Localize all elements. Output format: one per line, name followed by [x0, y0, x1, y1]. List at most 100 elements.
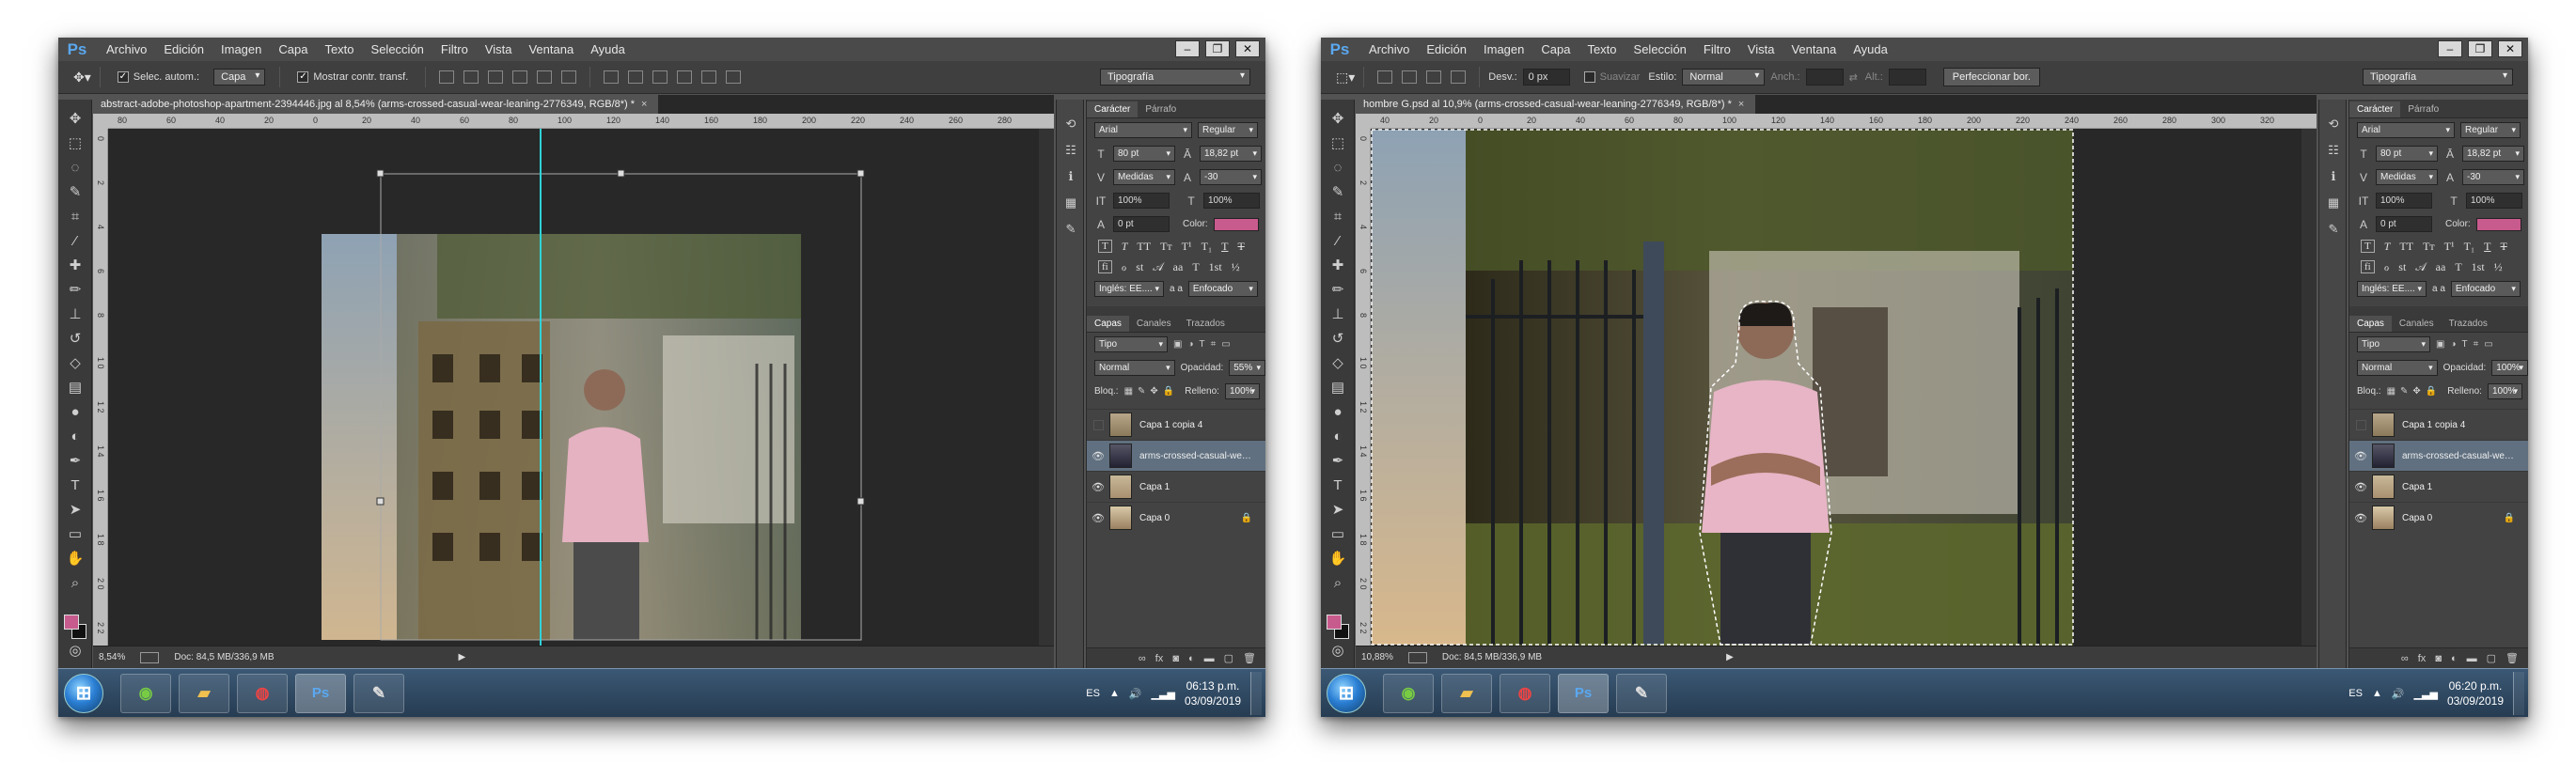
font-family-dropdown[interactable]: Arial [2357, 122, 2455, 138]
adjustment-layer-icon[interactable]: ◐ [1188, 653, 1195, 664]
tray-arrow-icon[interactable]: ▲ [1109, 688, 1120, 699]
tracking-field[interactable]: -30 [1200, 169, 1262, 185]
style-dropdown[interactable]: Normal [1682, 69, 1766, 86]
swap-icon[interactable]: ⇄ [1849, 71, 1858, 84]
lasso-icon[interactable]: ◌ [58, 156, 92, 180]
trash-icon[interactable]: 🗑 [2505, 652, 2519, 664]
layer-filter-icons[interactable]: ▣◑T⌗▭ [1173, 339, 1236, 350]
faux-bold-button[interactable]: T [2361, 240, 2375, 253]
tab-caracter[interactable]: Carácter [1087, 101, 1139, 117]
fractions-button[interactable]: ½ [1232, 260, 1240, 274]
auto-select-checkbox[interactable]: ✓ Selec. autom.: [117, 71, 199, 83]
strikethrough-button[interactable]: T [1237, 240, 1244, 254]
info-panel-icon[interactable]: ℹ [2319, 164, 2348, 190]
pen-icon[interactable]: ✒ [58, 449, 92, 474]
pen-icon[interactable]: ✒ [1321, 449, 1355, 474]
titling-button[interactable]: T [1192, 260, 1199, 274]
canvas[interactable] [108, 129, 1054, 646]
foreground-color-swatch[interactable] [64, 615, 79, 630]
photoshop-taskbar-icon[interactable]: Ps [295, 674, 346, 713]
blend-mode-dropdown[interactable]: Normal [1094, 360, 1175, 376]
fx-icon[interactable]: fx [2418, 653, 2427, 664]
quick-mask-icon[interactable]: ◎ [58, 639, 92, 663]
network-icon[interactable]: ▁▃▅ [2414, 688, 2438, 700]
eye-icon[interactable]: 👁 [2349, 512, 2372, 524]
history-panel-icon[interactable]: ⟲ [1057, 111, 1085, 137]
kerning-field[interactable]: Medidas [2376, 169, 2438, 185]
new-layer-icon[interactable]: ▢ [2487, 652, 2496, 664]
menu-ventana[interactable]: Ventana [520, 38, 582, 61]
distribute-right-icon[interactable] [726, 70, 742, 84]
smooth-checkbox[interactable]: Suavizar [1583, 71, 1640, 83]
fractions-button[interactable]: ½ [2494, 260, 2503, 274]
faux-italic-button[interactable]: T [1122, 240, 1128, 254]
subscript-button[interactable]: T₁ [2464, 240, 2475, 254]
chrome-icon[interactable]: ◍ [237, 674, 288, 713]
menu-texto[interactable]: Texto [1579, 38, 1625, 61]
tab-canales[interactable]: Canales [2392, 316, 2442, 332]
info-panel-icon[interactable]: ℹ [1057, 164, 1085, 190]
menu-texto[interactable]: Texto [316, 38, 362, 61]
close-button[interactable]: ✕ [1235, 40, 1260, 57]
clock[interactable]: 06:20 p.m. 03/09/2019 [2447, 678, 2504, 708]
tab-caracter[interactable]: Carácter [2349, 101, 2401, 117]
tab-capas[interactable]: Capas [2349, 316, 2392, 332]
visibility-toggle[interactable] [1087, 419, 1109, 430]
subscript-button[interactable]: T₁ [1202, 240, 1213, 254]
eye-icon[interactable]: 👁 [2349, 450, 2372, 462]
kerning-field[interactable]: Medidas [1113, 169, 1175, 185]
eye-icon[interactable]: 👁 [2349, 481, 2372, 493]
menu-seleccion[interactable]: Selección [1626, 38, 1695, 61]
language-dropdown[interactable]: Inglés: EE.... [1094, 281, 1164, 297]
menu-seleccion[interactable]: Selección [363, 38, 432, 61]
eraser-icon[interactable]: ◇ [1321, 351, 1355, 376]
vertical-scale-field[interactable]: 100% [2376, 193, 2432, 209]
opacity-field[interactable]: 55% [1229, 360, 1265, 376]
layer-row[interactable]: 👁 Capa 0 🔒 [1087, 502, 1265, 533]
tab-parrafo[interactable]: Párrafo [2400, 101, 2446, 117]
zoom-level[interactable]: 8,54% [99, 652, 125, 662]
lock-icons[interactable]: ▦✎✥🔒 [2387, 386, 2442, 397]
layer-row[interactable]: Capa 1 copia 4 [2349, 409, 2528, 440]
link-layers-icon[interactable]: ∞ [2401, 653, 2409, 664]
eye-icon[interactable]: 👁 [1087, 450, 1109, 462]
swash-button[interactable]: 𝒜 [2415, 260, 2426, 274]
workspace-dropdown[interactable]: Tipografía [1100, 69, 1250, 86]
workspace-dropdown[interactable]: Tipografía [2363, 69, 2513, 86]
paint-icon[interactable]: ✎ [353, 674, 404, 713]
fill-field[interactable]: 100% [2487, 383, 2522, 399]
refine-edge-button[interactable]: Perfeccionar bor. [1942, 68, 2040, 86]
eraser-icon[interactable]: ◇ [58, 351, 92, 376]
font-size-field[interactable]: 80 pt [2376, 146, 2438, 162]
marquee-tool-icon[interactable]: ⬚▾ [1336, 70, 1355, 86]
antialias-dropdown[interactable]: Enfocado [1187, 281, 1258, 297]
menu-imagen[interactable]: Imagen [212, 38, 270, 61]
brush-panel-icon[interactable]: ✎ [1057, 216, 1085, 242]
distribute-bottom-icon[interactable] [652, 70, 668, 84]
start-orb[interactable]: ⊞ [64, 674, 103, 713]
menu-ventana[interactable]: Ventana [1783, 38, 1845, 61]
ligature-button[interactable]: fi [1098, 260, 1112, 273]
new-group-icon[interactable]: ▬ [1204, 653, 1215, 664]
tab-trazados[interactable]: Trazados [1179, 316, 1233, 332]
eye-icon[interactable]: 👁 [1087, 512, 1109, 524]
menu-filtro[interactable]: Filtro [432, 38, 477, 61]
superscript-button[interactable]: T¹ [1182, 240, 1192, 254]
add-selection-icon[interactable] [1402, 70, 1418, 84]
clock[interactable]: 06:13 p.m. 03/09/2019 [1185, 678, 1241, 708]
language-dropdown[interactable]: Inglés: EE.... [2357, 281, 2427, 297]
swatches-panel-icon[interactable]: ▦ [1057, 190, 1085, 216]
faux-italic-button[interactable]: T [2384, 240, 2391, 254]
app-icon[interactable]: ◉ [120, 674, 171, 713]
leading-field[interactable]: 18,82 pt [2462, 146, 2524, 162]
layer-filter-icons[interactable]: ▣◑T⌗▭ [2436, 339, 2499, 350]
zoom-icon[interactable]: ⌕ [58, 571, 92, 596]
folder-icon[interactable]: ▰ [179, 674, 229, 713]
vertical-scale-field[interactable]: 100% [1113, 193, 1170, 209]
all-caps-button[interactable]: TT [2399, 240, 2413, 254]
visibility-toggle[interactable] [2349, 419, 2372, 430]
path-select-icon[interactable]: ➤ [58, 498, 92, 522]
align-vcenter-icon[interactable] [463, 70, 479, 84]
menu-capa[interactable]: Capa [270, 38, 316, 61]
align-bottom-icon[interactable] [488, 70, 504, 84]
